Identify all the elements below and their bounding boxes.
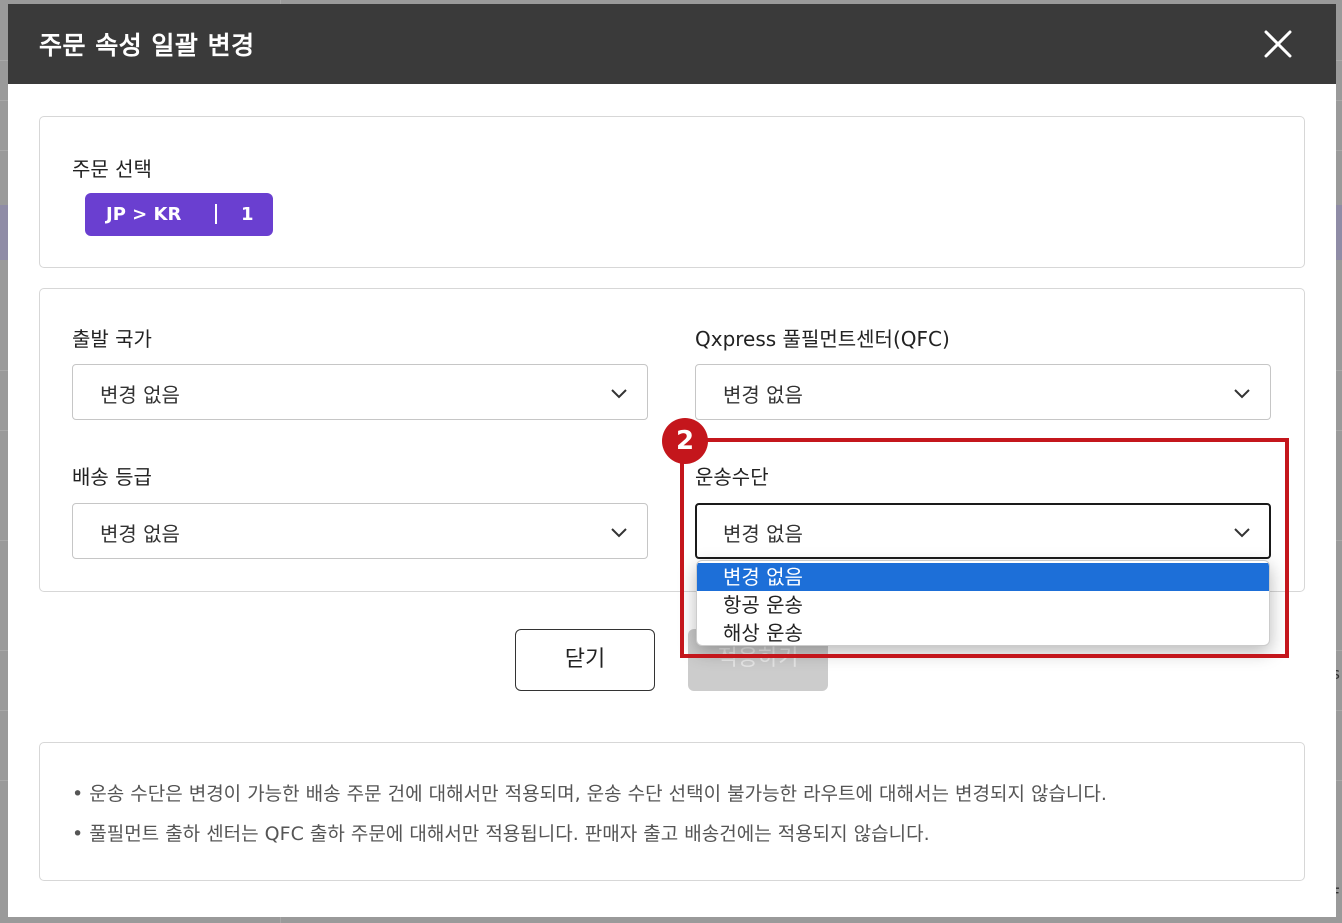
chevron-down-icon: [1234, 389, 1250, 399]
transport-dropdown-list: 변경 없음 항공 운송 해상 운송: [696, 560, 1270, 646]
chevron-down-icon: [611, 528, 627, 538]
modal-header: 주문 속성 일괄 변경: [8, 4, 1336, 84]
transport-option[interactable]: 항공 운송: [697, 591, 1269, 619]
origin-country-select[interactable]: 변경 없음: [72, 364, 648, 420]
origin-country-label: 출발 국가: [72, 327, 152, 351]
route-chip-route: JP > KR: [106, 204, 182, 225]
route-chip[interactable]: JP > KR 1: [85, 193, 273, 236]
chevron-down-icon: [611, 389, 627, 399]
transport-option[interactable]: 변경 없음: [697, 563, 1269, 591]
transport-select[interactable]: 변경 없음: [695, 503, 1271, 559]
route-chip-count: 1: [241, 204, 254, 225]
route-chip-divider: [215, 204, 217, 224]
annotation-step-badge: 2: [662, 418, 708, 464]
notice-panel: • 운송 수단은 변경이 가능한 배송 주문 건에 대해서만 적용되며, 운송 …: [39, 742, 1305, 881]
qfc-select[interactable]: 변경 없음: [695, 364, 1271, 420]
qfc-label: Qxpress 풀필먼트센터(QFC): [695, 327, 950, 351]
modal-title: 주문 속성 일괄 변경: [39, 31, 255, 60]
shipping-grade-value: 변경 없음: [100, 522, 180, 546]
order-selection-panel: 주문 선택 JP > KR 1: [39, 116, 1305, 268]
transport-label: 운송수단: [695, 465, 769, 489]
origin-country-value: 변경 없음: [100, 383, 180, 407]
qfc-value: 변경 없음: [723, 383, 803, 407]
shipping-grade-select[interactable]: 변경 없음: [72, 503, 648, 559]
notice-line: • 운송 수단은 변경이 가능한 배송 주문 건에 대해서만 적용되며, 운송 …: [72, 783, 1107, 805]
close-button[interactable]: 닫기: [515, 629, 655, 691]
shipping-grade-label: 배송 등급: [72, 465, 152, 489]
transport-value: 변경 없음: [723, 522, 803, 546]
close-icon[interactable]: [1258, 24, 1298, 64]
order-selection-label: 주문 선택: [72, 157, 152, 181]
bulk-change-modal: 주문 속성 일괄 변경 주문 선택 JP > KR 1 출발 국가 변경 없음 …: [8, 4, 1336, 917]
notice-line: • 풀필먼트 출하 센터는 QFC 출하 주문에 대해서만 적용됩니다. 판매자…: [72, 823, 930, 845]
transport-option[interactable]: 해상 운송: [697, 619, 1269, 645]
chevron-down-icon: [1234, 528, 1250, 538]
